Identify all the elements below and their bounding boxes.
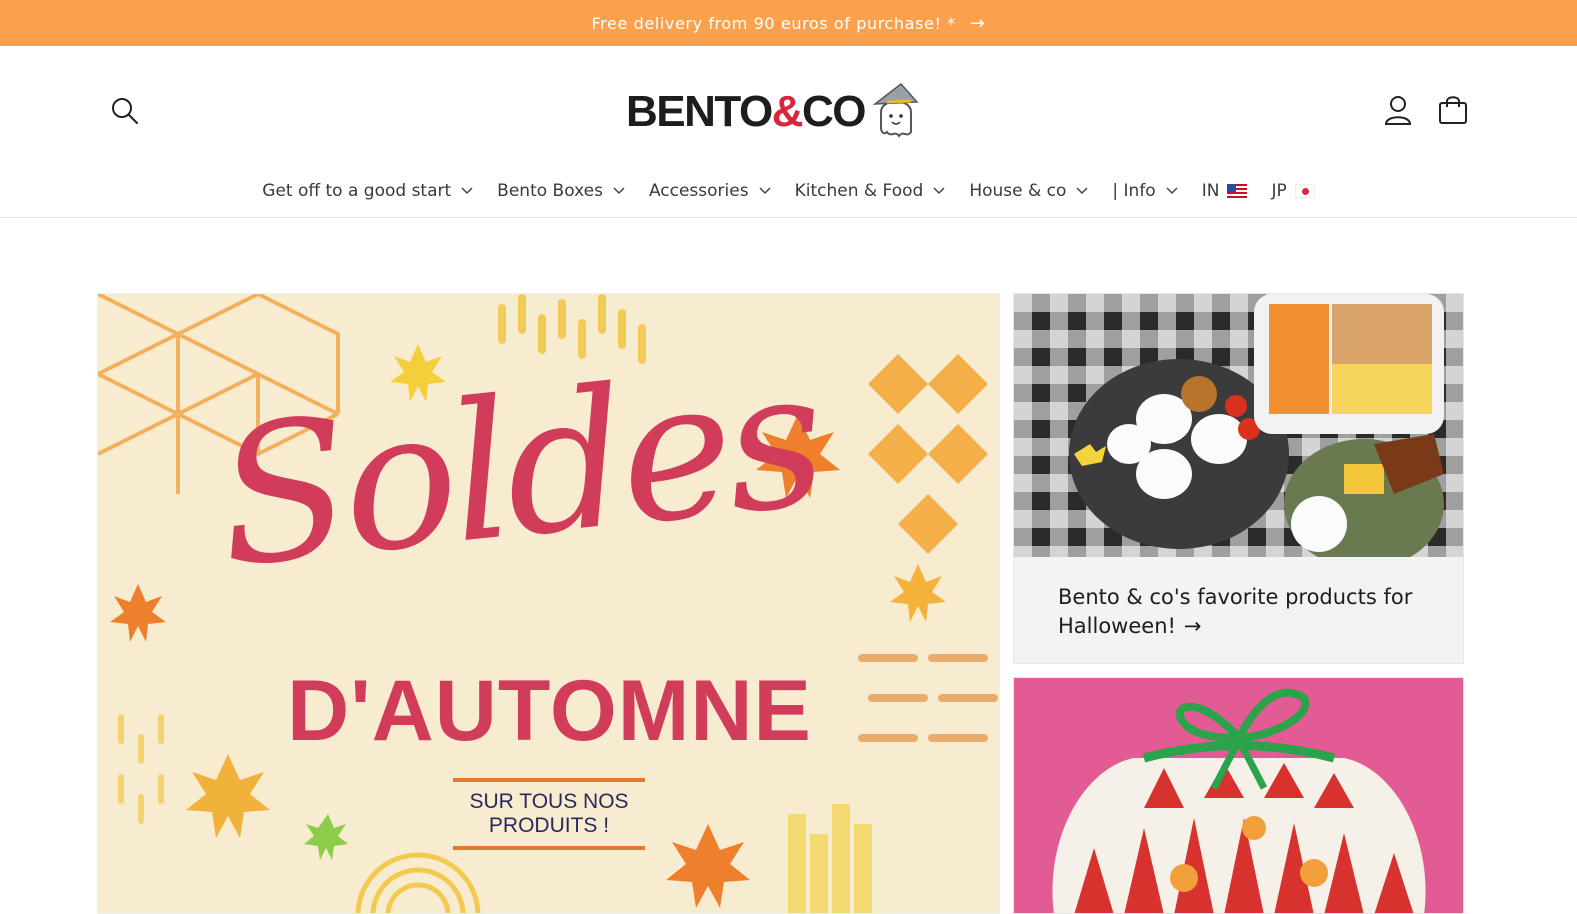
arrow-right-icon: → — [969, 12, 986, 34]
bento-bag-promo-card[interactable] — [1013, 677, 1464, 914]
hero-banner[interactable]: Soldes D'AUTOMNE SUR TOUS NOS PRODUITS ! — [97, 293, 1000, 914]
language-en[interactable]: IN — [1190, 181, 1260, 201]
hero-title: D'AUTOMNE — [287, 663, 812, 759]
jp-flag-icon — [1294, 184, 1315, 198]
site-logo[interactable]: BENTO&CO — [626, 82, 925, 142]
halloween-bento-image — [1014, 294, 1463, 557]
us-flag-icon — [1227, 184, 1248, 198]
main-nav: Get off to a good start Bento Boxes Acce… — [0, 174, 1577, 208]
bento-illustration — [1069, 294, 1444, 557]
hero-subtitle: SUR TOUS NOS PRODUITS ! — [453, 778, 645, 850]
chevron-down-icon — [1166, 187, 1178, 195]
halloween-card-title[interactable]: Bento & co's favorite products for Hallo… — [1058, 583, 1438, 641]
chevron-down-icon — [461, 187, 473, 195]
halloween-promo-card[interactable]: Bento & co's favorite products for Hallo… — [1013, 293, 1464, 664]
bento-bag-image — [1014, 678, 1463, 913]
arrow-right-icon: → — [1183, 614, 1202, 638]
search-icon[interactable] — [110, 96, 140, 126]
logo-text: BENTO&CO — [626, 87, 867, 136]
nav-item-bento-boxes[interactable]: Bento Boxes — [485, 181, 637, 201]
nav-item-house-co[interactable]: House & co — [957, 181, 1100, 201]
announcement-text: Free delivery from 90 euros of purchase!… — [591, 13, 956, 33]
nav-item-accessories[interactable]: Accessories — [637, 181, 783, 201]
language-jp[interactable]: JP — [1259, 181, 1326, 201]
chevron-down-icon — [1076, 187, 1088, 195]
nav-item-kitchen-food[interactable]: Kitchen & Food — [783, 181, 958, 201]
user-icon[interactable] — [1383, 94, 1413, 126]
bag-icon[interactable] — [1437, 94, 1469, 126]
site-header: BENTO&CO Get off to a good start Bento B… — [0, 46, 1577, 218]
chevron-down-icon — [759, 187, 771, 195]
nav-item-info[interactable]: | Info — [1100, 181, 1189, 201]
chevron-down-icon — [933, 187, 945, 195]
chevron-down-icon — [613, 187, 625, 195]
nav-item-get-started[interactable]: Get off to a good start — [250, 181, 485, 201]
ghost-witch-icon — [872, 82, 919, 138]
announcement-bar[interactable]: Free delivery from 90 euros of purchase!… — [0, 0, 1577, 46]
